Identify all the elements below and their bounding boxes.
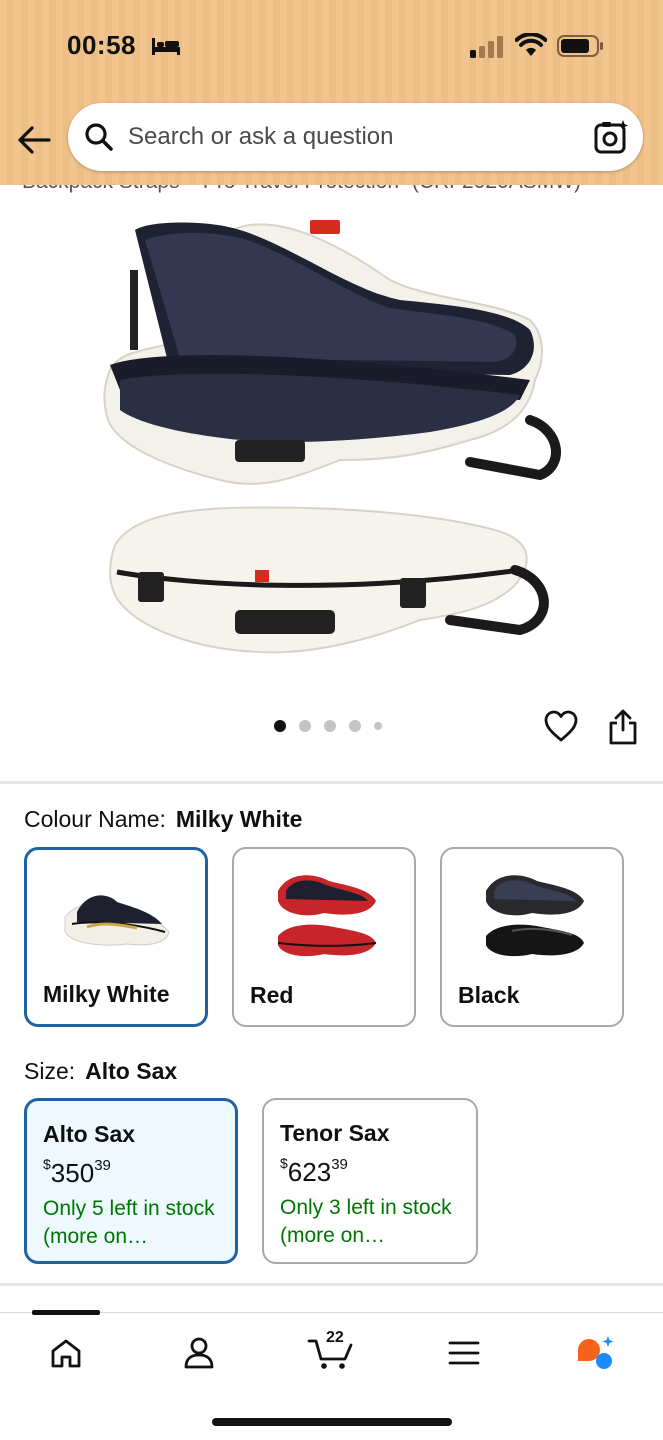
saxophone-case-image[interactable] [90,200,570,680]
size-option-alto-sax[interactable]: Alto Sax $35039 Only 5 left in stock (mo… [24,1098,238,1264]
pagination-dot[interactable] [349,720,361,732]
size-selected-value: Alto Sax [85,1058,178,1084]
wifi-icon [515,33,547,56]
colour-option-black[interactable]: Black [440,847,624,1027]
status-time: 00:58 [67,30,136,60]
pagination-dot[interactable] [274,720,286,732]
colour-label-row: Colour Name: Milky White [24,806,302,833]
camera-lens-icon[interactable] [593,119,629,155]
red-case-thumbnail [277,875,377,957]
cellular-signal-icon [470,36,503,58]
share-icon[interactable] [606,708,640,746]
size-option-tenor-sax[interactable]: Tenor Sax $62339 Only 3 left in stock (m… [262,1098,478,1264]
section-divider [0,1283,663,1286]
search-input[interactable] [128,123,568,151]
colour-option-label: Milky White [43,981,170,1007]
colour-label: Colour Name: [24,806,166,832]
size-option-label: Tenor Sax [280,1120,390,1146]
tab-menu[interactable] [441,1333,487,1373]
stock-status: Only 3 left in stock (more on… [280,1196,452,1247]
size-option-price: $62339 [280,1155,460,1188]
account-icon [184,1337,214,1369]
home-indicator[interactable] [212,1418,452,1426]
back-button[interactable] [16,122,52,158]
tab-account[interactable] [176,1333,222,1373]
image-pagination[interactable] [274,720,382,732]
colour-selected-value: Milky White [175,806,303,832]
bed-icon [152,38,180,55]
price-currency: $ [280,1155,288,1171]
size-label-row: Size: Alto Sax [24,1058,177,1085]
colour-option-red[interactable]: Red [232,847,416,1027]
colour-option-milky-white[interactable]: Milky White [24,847,208,1027]
active-tab-indicator [32,1310,100,1315]
cart-count-badge: 22 [326,1329,344,1346]
battery-icon [557,35,603,57]
tab-rufus-assistant[interactable] [572,1333,618,1373]
pagination-dot[interactable] [324,720,336,732]
heart-icon[interactable] [542,707,580,745]
pagination-dot[interactable] [299,720,311,732]
rufus-assistant-icon [578,1336,614,1369]
app-header: 00:58 [0,0,663,185]
pagination-dot[interactable] [374,722,382,730]
price-cents: 39 [331,1156,348,1173]
search-bar[interactable] [68,103,643,171]
home-icon [51,1339,81,1368]
size-option-price: $35039 [43,1156,219,1189]
price-dollars: 623 [287,1157,332,1187]
back-arrow-icon [18,126,51,154]
colour-option-label: Black [458,982,520,1008]
price-currency: $ [43,1156,51,1172]
tab-home[interactable] [43,1333,89,1373]
milky-white-case-thumbnail [64,895,170,946]
price-cents: 39 [94,1157,111,1174]
stock-status: Only 5 left in stock (more on… [43,1197,215,1248]
price-dollars: 350 [50,1158,95,1188]
black-case-thumbnail [486,875,584,957]
colour-option-label: Red [250,982,294,1008]
size-label: Size: [24,1058,76,1084]
size-option-label: Alto Sax [43,1121,136,1147]
section-divider [0,781,663,784]
search-icon [85,123,113,151]
menu-icon [448,1341,480,1365]
